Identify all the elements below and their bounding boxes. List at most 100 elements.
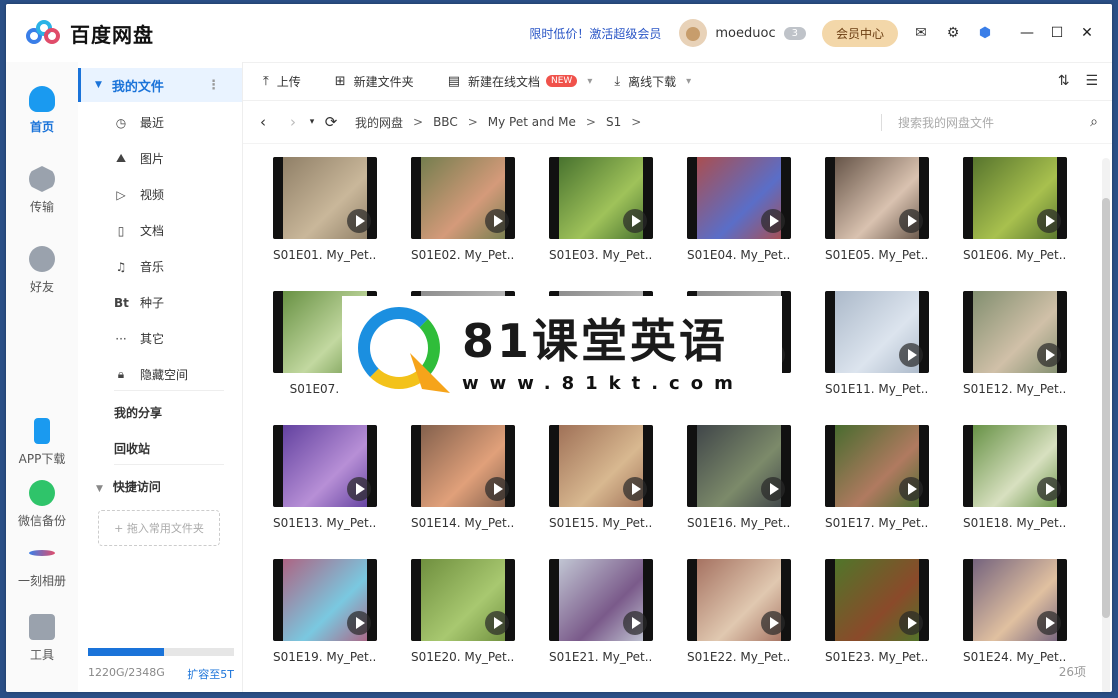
play-icon[interactable] bbox=[761, 611, 785, 635]
file-tile[interactable]: S01E16. My_Pet... bbox=[687, 425, 791, 530]
nav-tools[interactable]: 工具 bbox=[6, 614, 78, 663]
file-name[interactable]: S01E11. My_Pet... bbox=[825, 382, 929, 396]
scrollbar-thumb[interactable] bbox=[1102, 198, 1110, 618]
nav-transfer[interactable]: 传输 bbox=[6, 166, 78, 215]
sidebar-item-music[interactable]: ♫ 音乐 bbox=[114, 258, 164, 275]
breadcrumb-item[interactable]: BBC bbox=[433, 115, 458, 129]
maximize-icon[interactable]: ☐ bbox=[1042, 25, 1072, 41]
video-thumbnail[interactable] bbox=[411, 157, 515, 239]
forward-arrow-icon[interactable]: › bbox=[281, 113, 305, 131]
file-name[interactable]: S01E01. My_Pet... bbox=[273, 248, 377, 262]
list-view-icon[interactable]: ☰ bbox=[1085, 73, 1098, 89]
file-name[interactable]: S01E02. My_Pet... bbox=[411, 248, 515, 262]
play-icon[interactable] bbox=[1037, 477, 1061, 501]
play-icon[interactable] bbox=[485, 611, 509, 635]
file-tile[interactable]: S01E03. My_Pet... bbox=[549, 157, 653, 262]
file-tile[interactable]: S01E15. My_Pet... bbox=[549, 425, 653, 530]
sidebar-my-files[interactable]: ▼ 我的文件 ⋮ bbox=[78, 68, 242, 102]
file-name[interactable]: S01E23. My_Pet... bbox=[825, 650, 929, 664]
play-icon[interactable] bbox=[899, 209, 923, 233]
offline-download-button[interactable]: ⤓ 离线下载 ▾ bbox=[614, 73, 691, 90]
play-icon[interactable] bbox=[899, 343, 923, 367]
play-icon[interactable] bbox=[347, 611, 371, 635]
video-thumbnail[interactable] bbox=[411, 559, 515, 641]
file-tile[interactable]: S01E18. My_Pet... bbox=[963, 425, 1067, 530]
sidebar-item-video[interactable]: ▷ 视频 bbox=[114, 186, 164, 203]
breadcrumb-item[interactable]: 我的网盘 bbox=[355, 114, 403, 131]
search-input[interactable]: 搜索我的网盘文件 bbox=[898, 114, 994, 131]
play-icon[interactable] bbox=[1037, 611, 1061, 635]
video-thumbnail[interactable] bbox=[825, 425, 929, 507]
file-tile[interactable]: S01E11. My_Pet... bbox=[825, 291, 929, 396]
video-thumbnail[interactable] bbox=[273, 157, 377, 239]
file-name[interactable]: S01E06. My_Pet... bbox=[963, 248, 1067, 262]
video-thumbnail[interactable] bbox=[411, 425, 515, 507]
sidebar-item-recent[interactable]: ◷ 最近 bbox=[114, 114, 164, 131]
file-tile[interactable]: S01E06. My_Pet... bbox=[963, 157, 1067, 262]
file-name[interactable]: S01E13. My_Pet... bbox=[273, 516, 377, 530]
sidebar-my-share[interactable]: 我的分享 bbox=[114, 404, 162, 421]
file-tile[interactable]: S01E19. My_Pet... bbox=[273, 559, 377, 664]
breadcrumb-item[interactable]: S1 bbox=[606, 115, 621, 129]
play-icon[interactable] bbox=[485, 477, 509, 501]
file-name[interactable]: S01E17. My_Pet... bbox=[825, 516, 929, 530]
video-thumbnail[interactable] bbox=[963, 157, 1067, 239]
chevron-down-icon[interactable]: ▾ bbox=[686, 76, 691, 87]
expand-storage-link[interactable]: 扩容至5T bbox=[187, 666, 234, 682]
video-thumbnail[interactable] bbox=[273, 425, 377, 507]
file-name[interactable]: S01E05. My_Pet... bbox=[825, 248, 929, 262]
nav-friends[interactable]: 好友 bbox=[6, 246, 78, 295]
new-online-doc-button[interactable]: ▤ 新建在线文档 NEW ▾ bbox=[448, 73, 593, 90]
file-name[interactable]: S01E14. My_Pet... bbox=[411, 516, 515, 530]
upload-button[interactable]: ⤒ 上传 bbox=[263, 73, 301, 90]
refresh-icon[interactable]: ⟳ bbox=[319, 113, 343, 131]
video-thumbnail[interactable] bbox=[549, 559, 653, 641]
video-thumbnail[interactable] bbox=[825, 291, 929, 373]
nav-album[interactable]: 一刻相册 bbox=[6, 540, 78, 589]
shield-icon[interactable]: ⬢ bbox=[976, 24, 994, 42]
play-icon[interactable] bbox=[761, 477, 785, 501]
breadcrumb-item[interactable]: My Pet and Me bbox=[488, 115, 576, 129]
file-name[interactable]: S01E19. My_Pet... bbox=[273, 650, 377, 664]
sidebar-item-other[interactable]: ··· 其它 bbox=[114, 330, 164, 347]
video-thumbnail[interactable] bbox=[963, 425, 1067, 507]
video-thumbnail[interactable] bbox=[687, 157, 791, 239]
play-icon[interactable] bbox=[623, 477, 647, 501]
file-tile[interactable]: S01E12. My_Pet... bbox=[963, 291, 1067, 396]
chevron-down-icon[interactable]: ▾ bbox=[587, 76, 592, 87]
file-tile[interactable]: S01E22. My_Pet... bbox=[687, 559, 791, 664]
scrollbar[interactable] bbox=[1102, 158, 1110, 692]
file-tile[interactable]: S01E14. My_Pet... bbox=[411, 425, 515, 530]
play-icon[interactable] bbox=[899, 477, 923, 501]
play-icon[interactable] bbox=[761, 209, 785, 233]
file-tile[interactable]: S01E05. My_Pet... bbox=[825, 157, 929, 262]
video-thumbnail[interactable] bbox=[825, 157, 929, 239]
sidebar-item-images[interactable]: ⛰ 图片 bbox=[114, 150, 164, 167]
video-thumbnail[interactable] bbox=[549, 157, 653, 239]
play-icon[interactable] bbox=[347, 209, 371, 233]
mail-icon[interactable]: ✉ bbox=[912, 24, 930, 42]
sidebar-recycle-bin[interactable]: 回收站 bbox=[114, 440, 150, 457]
nav-home[interactable]: 首页 bbox=[6, 86, 78, 135]
file-name[interactable]: S01E12. My_Pet... bbox=[963, 382, 1067, 396]
video-thumbnail[interactable] bbox=[963, 291, 1067, 373]
video-thumbnail[interactable] bbox=[687, 425, 791, 507]
play-icon[interactable] bbox=[1037, 209, 1061, 233]
file-tile[interactable]: S01E02. My_Pet... bbox=[411, 157, 515, 262]
nav-app-download[interactable]: APP下载 bbox=[6, 418, 78, 467]
file-tile[interactable]: S01E21. My_Pet... bbox=[549, 559, 653, 664]
video-thumbnail[interactable] bbox=[549, 425, 653, 507]
search-box[interactable]: 搜索我的网盘文件 ⌕ bbox=[881, 113, 1098, 131]
play-icon[interactable] bbox=[623, 611, 647, 635]
sidebar-item-torrent[interactable]: Bt 种子 bbox=[114, 294, 164, 311]
drag-folder-dropzone[interactable]: + 拖入常用文件夹 bbox=[98, 510, 220, 546]
video-thumbnail[interactable] bbox=[687, 559, 791, 641]
video-thumbnail[interactable] bbox=[963, 559, 1067, 641]
nav-wechat-backup[interactable]: 微信备份 bbox=[6, 480, 78, 529]
file-tile[interactable]: S01E13. My_Pet... bbox=[273, 425, 377, 530]
file-tile[interactable]: S01E23. My_Pet... bbox=[825, 559, 929, 664]
video-thumbnail[interactable] bbox=[825, 559, 929, 641]
new-folder-button[interactable]: ⊞ 新建文件夹 bbox=[335, 73, 414, 90]
file-tile[interactable]: S01E17. My_Pet... bbox=[825, 425, 929, 530]
close-icon[interactable]: ✕ bbox=[1072, 25, 1102, 41]
